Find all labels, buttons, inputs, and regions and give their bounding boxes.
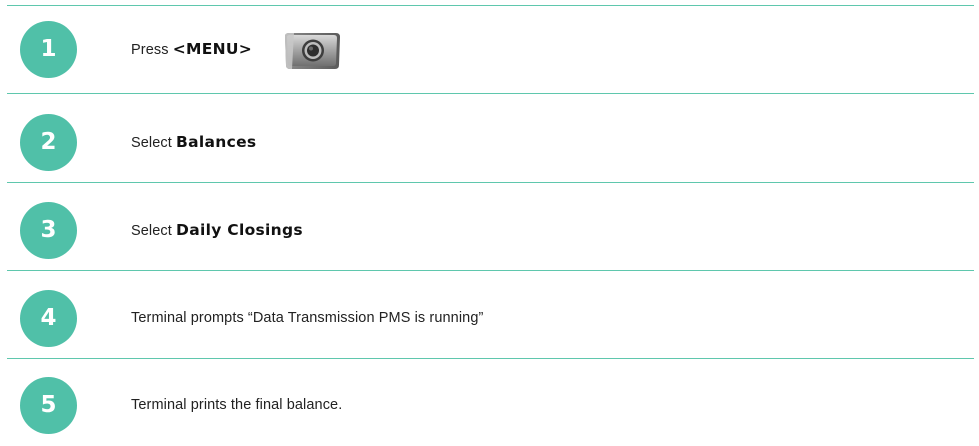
step-1: 1 Press <MENU>	[0, 21, 979, 81]
divider	[7, 182, 974, 183]
step-prefix: Press	[131, 42, 169, 58]
divider	[7, 93, 974, 94]
menu-item-label: Balances	[176, 133, 257, 151]
step-number-badge: 5	[20, 377, 77, 434]
step-instruction: Terminal prompts “Data Transmission PMS …	[131, 310, 484, 326]
step-2: 2 Select Balances	[0, 114, 979, 174]
step-number-badge: 4	[20, 290, 77, 347]
step-instruction: Press <MENU>	[131, 38, 252, 61]
divider	[7, 5, 974, 6]
step-number-badge: 1	[20, 21, 77, 78]
step-4: 4 Terminal prompts “Data Transmission PM…	[0, 290, 979, 350]
step-prefix: Select	[131, 135, 172, 151]
step-number-badge: 3	[20, 202, 77, 259]
menu-key-icon	[285, 33, 340, 69]
menu-item-label: Daily Closings	[176, 221, 303, 239]
divider	[7, 270, 974, 271]
instruction-steps: 1 Press <MENU> 2 Select Balances 3 Selec…	[0, 0, 979, 446]
step-prefix: Select	[131, 223, 172, 239]
menu-key-label: <MENU>	[172, 40, 253, 58]
step-instruction: Select Daily Closings	[131, 219, 303, 242]
step-number-badge: 2	[20, 114, 77, 171]
step-instruction: Terminal prints the final balance.	[131, 397, 343, 413]
step-instruction: Select Balances	[131, 131, 256, 154]
step-3: 3 Select Daily Closings	[0, 202, 979, 262]
divider	[7, 358, 974, 359]
step-5: 5 Terminal prints the final balance.	[0, 377, 979, 437]
